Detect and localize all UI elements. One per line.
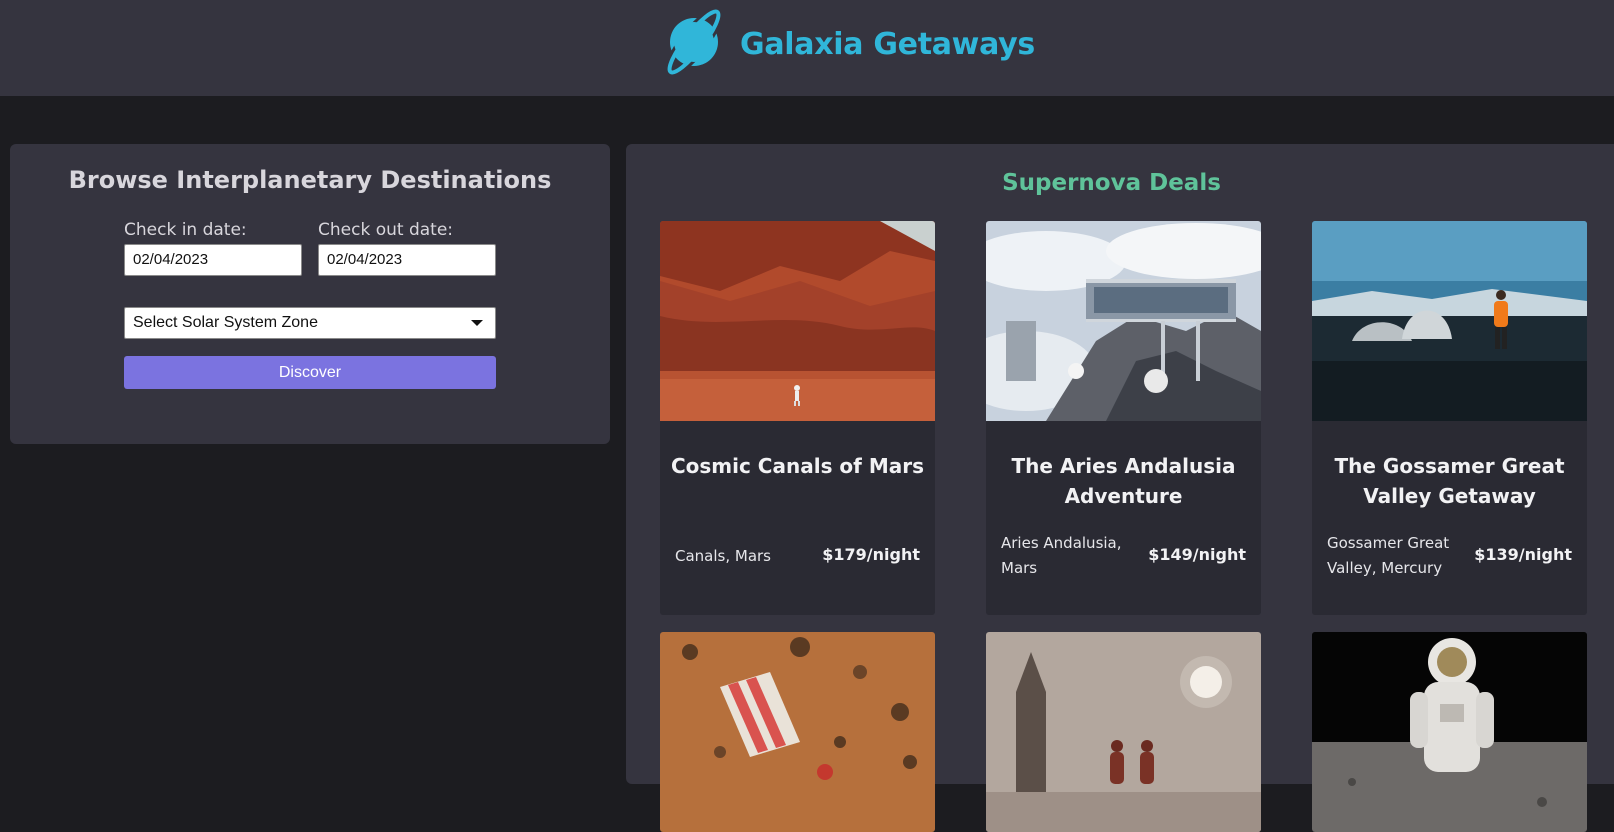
deals-title: Supernova Deals	[1002, 170, 1221, 196]
mars-deckchair-photo	[660, 632, 935, 832]
card-title: The Aries Andalusia Adventure	[1011, 454, 1236, 508]
deal-card[interactable]	[660, 632, 935, 832]
mars-canyon-photo	[660, 221, 935, 421]
check-in-input[interactable]: 02/04/2023	[124, 244, 302, 276]
card-location: Canals, Mars	[675, 547, 771, 565]
brand-name: Galaxia Getaways	[740, 26, 1035, 62]
brand-logo[interactable]: Galaxia Getaways	[658, 6, 1035, 82]
mountain-station-photo	[986, 221, 1261, 421]
chevron-down-icon	[471, 320, 483, 326]
card-title: Cosmic Canals of Mars	[670, 454, 925, 478]
solar-zone-selected: Select Solar System Zone	[133, 314, 318, 331]
top-bar: Galaxia Getaways	[0, 0, 1614, 96]
deal-card[interactable]	[986, 632, 1261, 832]
rocket-silhouettes-photo	[986, 632, 1261, 832]
deal-card[interactable]: The Gossamer Great Valley Getaway Gossam…	[1312, 221, 1587, 615]
deal-card[interactable]: Cosmic Canals of Mars Canals, Mars $179/…	[660, 221, 935, 615]
check-out-input[interactable]: 02/04/2023	[318, 244, 496, 276]
card-title: The Gossamer Great Valley Getaway	[1334, 454, 1565, 508]
card-price: $179/night	[822, 545, 920, 564]
solar-zone-select[interactable]: Select Solar System Zone	[124, 307, 496, 339]
planet-icon	[658, 4, 728, 84]
card-location: Aries Andalusia, Mars	[1001, 534, 1122, 577]
check-out-label: Check out date:	[318, 220, 454, 240]
card-price: $139/night	[1474, 545, 1572, 564]
astronaut-moon-photo	[1312, 632, 1587, 832]
check-in-label: Check in date:	[124, 220, 247, 240]
valley-explorer-photo	[1312, 221, 1587, 421]
deals-panel: Supernova Deals Cosmic Canals of Mars Ca…	[626, 144, 1614, 832]
search-title: Browse Interplanetary Destinations	[68, 166, 552, 194]
discover-button[interactable]: Discover	[124, 356, 496, 389]
search-panel: Browse Interplanetary Destinations Check…	[10, 144, 610, 444]
deal-card[interactable]	[1312, 632, 1587, 832]
card-price: $149/night	[1148, 545, 1246, 564]
deal-card[interactable]: The Aries Andalusia Adventure Aries Anda…	[986, 221, 1261, 615]
card-location: Gossamer Great Valley, Mercury	[1327, 534, 1450, 577]
